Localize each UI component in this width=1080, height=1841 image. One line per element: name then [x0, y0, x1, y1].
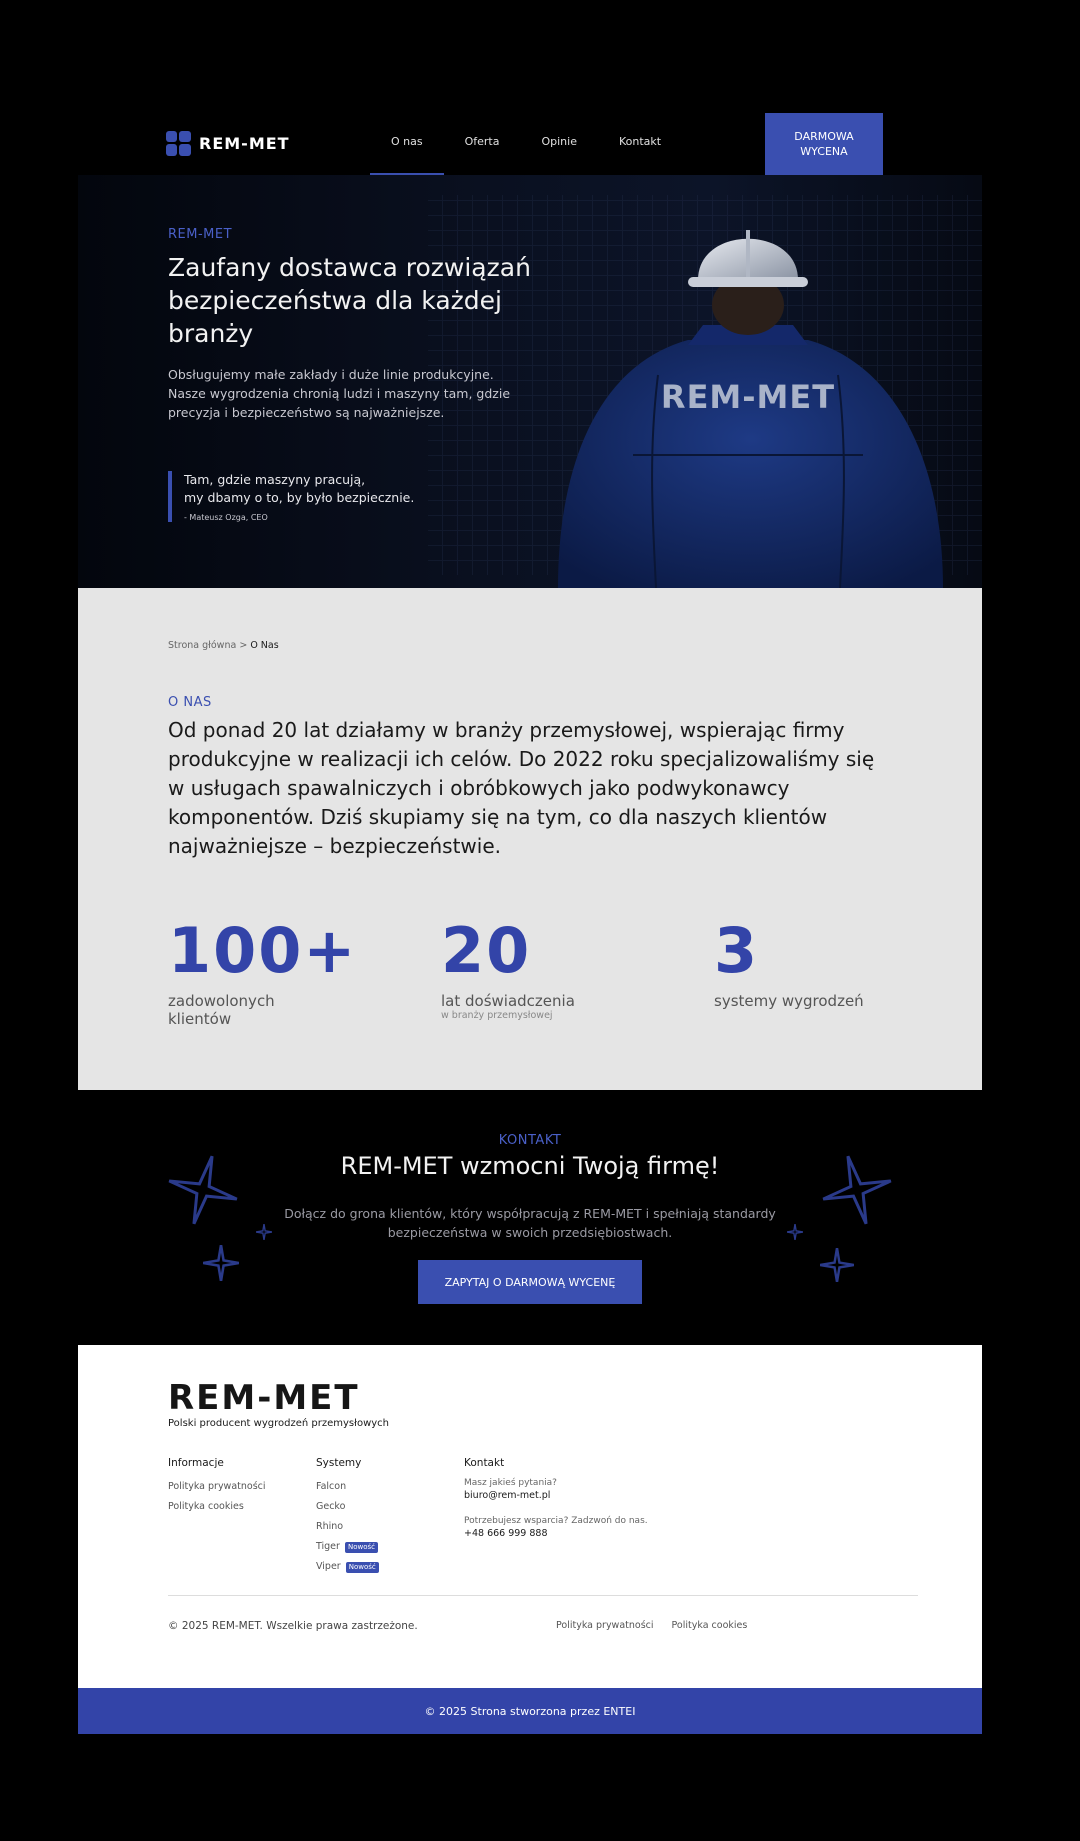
stat-clients: 100+ zadowolonych klientów — [168, 914, 358, 1029]
footer-support: Potrzebujesz wsparcia? Zadzwoń do nas. — [464, 1516, 648, 1526]
stat-experience: 20 lat doświadczenia w branży przemysłow… — [441, 914, 575, 1022]
footer-bottom-links: Polityka prywatności Polityka cookies — [556, 1620, 747, 1631]
contact-cta-section: KONTAKT REM-MET wzmocni Twoją firmę! Doł… — [78, 1090, 982, 1345]
footer-system-rhino[interactable]: Rhino — [316, 1517, 379, 1537]
quote-line-2: my dbamy o to, by było bezpiecznie. — [184, 490, 415, 505]
stat-label: zadowolonych klientów — [168, 992, 275, 1028]
stat-label: lat doświadczenia — [441, 992, 575, 1010]
nav-links: O nas Oferta Opinie Kontakt — [370, 113, 682, 175]
footer-col-info: Informacje Polityka prywatności Polityka… — [168, 1457, 266, 1517]
brand-name: REM-MET — [199, 134, 290, 153]
stat-number: 100+ — [168, 914, 358, 987]
footer-system-viper: Viper — [316, 1561, 341, 1572]
free-quote-line1: DARMOWA — [794, 130, 854, 143]
contact-description: Dołącz do grona klientów, który współpra… — [284, 1206, 776, 1240]
nav-item-opinie[interactable]: Opinie — [520, 113, 598, 175]
footer-copyright: © 2025 REM-MET. Wszelkie prawa zastrzeżo… — [168, 1620, 418, 1632]
free-quote-line2: WYCENA — [800, 145, 848, 158]
footer-email[interactable]: biuro@rem-met.pl — [464, 1489, 648, 1502]
worker-image: REM-MET — [558, 230, 943, 588]
request-quote-button[interactable]: ZAPYTAJ O DARMOWĄ WYCENĘ — [418, 1260, 642, 1304]
footer-bottom-privacy[interactable]: Polityka prywatności — [556, 1620, 654, 1631]
nav-item-oferta[interactable]: Oferta — [444, 113, 521, 175]
footer-phone[interactable]: +48 666 999 888 — [464, 1527, 648, 1540]
stat-number: 3 — [714, 914, 760, 987]
footer-heading: Kontakt — [464, 1457, 505, 1469]
stat-number: 20 — [441, 914, 532, 987]
top-nav: REM-MET O nas Oferta Opinie Kontakt DARM… — [78, 113, 982, 176]
credit-text[interactable]: © 2025 Strona stworzona przez ENTEI — [425, 1705, 636, 1718]
contact-eyebrow: KONTAKT — [498, 1133, 562, 1148]
jacket-text: REM-MET — [661, 378, 835, 416]
hero-quote: Tam, gdzie maszyny pracują, my dbamy o t… — [168, 471, 414, 522]
breadcrumb: Strona główna > O Nas — [168, 640, 279, 651]
footer-col-systems: Systemy Falcon Gecko Rhino Tiger Nowość … — [316, 1457, 379, 1577]
credit-bar: © 2025 Strona stworzona przez ENTEI — [78, 1688, 982, 1734]
star-decoration-icon — [787, 1224, 803, 1240]
hero-section: REM-MET Zaufany dostawca rozwiązań bezpi… — [78, 175, 982, 588]
about-text: Od ponad 20 lat działamy w branży przemy… — [168, 718, 875, 858]
footer-heading: Informacje — [168, 1457, 224, 1469]
contact-title: REM-MET wzmocni Twoją firmę! — [340, 1152, 720, 1180]
about-section: Strona główna > O Nas O NAS Od ponad 20 … — [78, 588, 982, 1090]
nav-item-kontakt[interactable]: Kontakt — [598, 113, 682, 175]
about-eyebrow: O NAS — [168, 695, 212, 710]
stat-sublabel: w branży przemysłowej — [441, 1010, 553, 1021]
star-decoration-icon — [203, 1245, 239, 1281]
new-badge: Nowość — [344, 1542, 378, 1553]
new-badge: Nowość — [345, 1562, 379, 1573]
footer-logo[interactable]: REM-MET — [168, 1381, 360, 1415]
breadcrumb-current: O Nas — [250, 640, 279, 651]
footer-col-contact: Kontakt Masz jakieś pytania? biuro@rem-m… — [464, 1457, 648, 1540]
hero-eyebrow: REM-MET — [168, 227, 233, 242]
star-decoration-icon — [256, 1224, 272, 1240]
footer-divider — [168, 1595, 918, 1596]
stat-label: systemy wygrodzeń — [714, 992, 864, 1010]
footer-bottom-cookies[interactable]: Polityka cookies — [672, 1620, 748, 1631]
quote-author: - Mateusz Ozga, CEO — [184, 513, 268, 522]
footer-system-tiger-row[interactable]: Tiger Nowość — [316, 1537, 379, 1557]
free-quote-button[interactable]: DARMOWA WYCENA — [765, 113, 883, 175]
footer-tagline: Polski producent wygrodzeń przemysłowych — [168, 1418, 390, 1429]
footer-system-gecko[interactable]: Gecko — [316, 1497, 379, 1517]
footer-heading: Systemy — [316, 1457, 362, 1469]
breadcrumb-separator: > — [239, 640, 248, 651]
nav-item-o-nas[interactable]: O nas — [370, 113, 444, 175]
footer-system-tiger: Tiger — [316, 1541, 340, 1552]
logo-icon — [166, 131, 191, 156]
hero-title: Zaufany dostawca rozwiązań bezpieczeństw… — [168, 253, 531, 348]
footer-system-viper-row[interactable]: Viper Nowość — [316, 1557, 379, 1577]
stat-systems: 3 systemy wygrodzeń — [714, 914, 864, 1011]
footer-link-privacy[interactable]: Polityka prywatności — [168, 1477, 266, 1497]
quote-line-1: Tam, gdzie maszyny pracują, — [184, 472, 366, 487]
footer-link-cookies[interactable]: Polityka cookies — [168, 1497, 266, 1517]
brand-logo[interactable]: REM-MET — [166, 131, 290, 156]
star-decoration-icon — [820, 1248, 854, 1282]
hero-description: Obsługujemy małe zakłady i duże linie pr… — [168, 367, 511, 420]
breadcrumb-home[interactable]: Strona główna — [168, 640, 236, 651]
footer-question: Masz jakieś pytania? — [464, 1478, 557, 1488]
footer-system-falcon[interactable]: Falcon — [316, 1477, 379, 1497]
footer: REM-MET Polski producent wygrodzeń przem… — [78, 1345, 982, 1688]
